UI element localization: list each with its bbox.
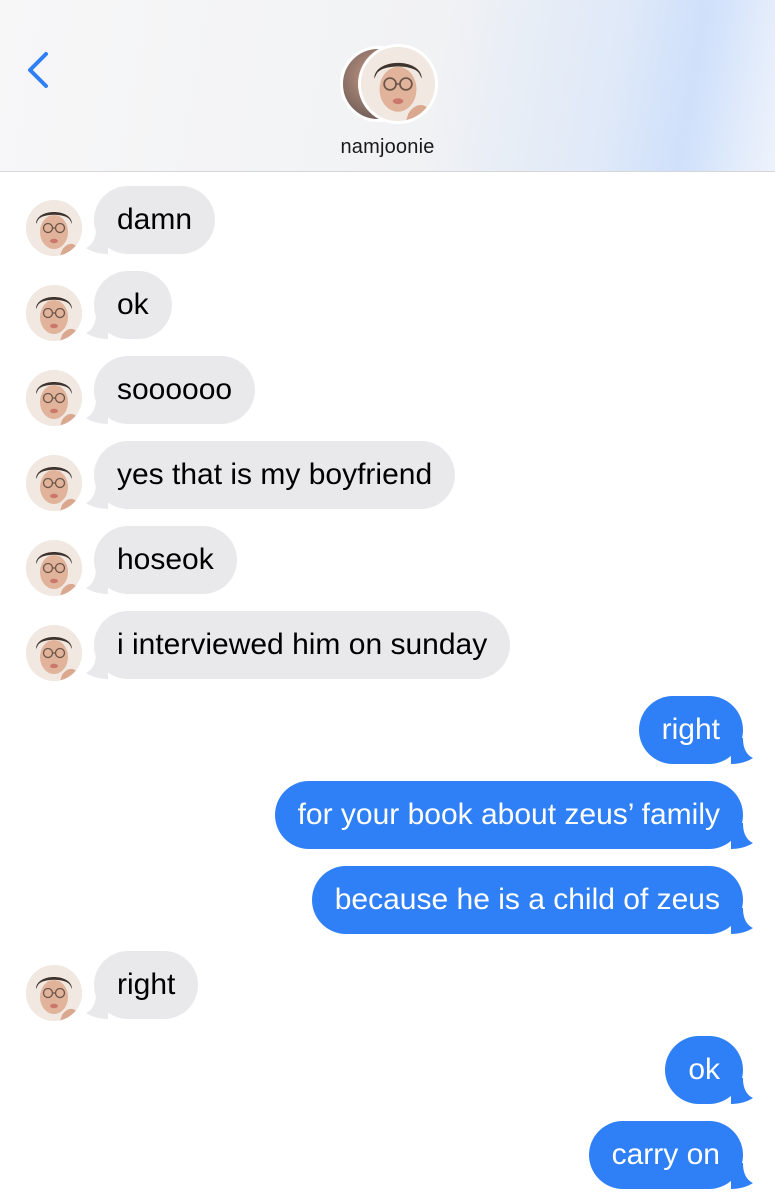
sender-avatar (26, 370, 82, 426)
contact-name[interactable]: namjoonie (0, 136, 775, 159)
sender-avatar (26, 285, 82, 341)
sender-avatar (26, 965, 82, 1021)
message-text: soooooo (117, 373, 233, 406)
chevron-left-icon[interactable] (22, 48, 56, 92)
message-text: because he is a child of zeus (334, 883, 720, 916)
message-text: ok (688, 1053, 720, 1086)
outgoing-message-bubble[interactable]: right (638, 696, 753, 764)
avatar (358, 44, 438, 124)
outgoing-message-bubble[interactable]: because he is a child of zeus (311, 866, 753, 934)
incoming-message-bubble[interactable]: damn (86, 186, 216, 254)
sender-avatar (26, 455, 82, 511)
incoming-message-bubble[interactable]: i interviewed him on sunday (86, 611, 511, 679)
sender-avatar (26, 540, 82, 596)
message-text: damn (117, 203, 193, 236)
outgoing-message-bubble[interactable]: carry on (588, 1121, 753, 1189)
sender-avatar (26, 200, 82, 256)
incoming-message-bubble[interactable]: hoseok (86, 526, 237, 594)
contact-avatar-group[interactable] (340, 44, 440, 126)
message-text: for your book about zeus’ family (297, 798, 720, 831)
incoming-message-bubble[interactable]: soooooo (86, 356, 256, 424)
conversation-header: namjoonie (0, 0, 775, 172)
message-text: yes that is my boyfriend (117, 458, 433, 491)
incoming-message-bubble[interactable]: right (86, 951, 199, 1019)
incoming-message-bubble[interactable]: ok (86, 271, 172, 339)
message-text: right (661, 713, 720, 746)
message-text: carry on (611, 1138, 720, 1171)
outgoing-message-bubble[interactable]: for your book about zeus’ family (274, 781, 753, 849)
message-text: ok (117, 288, 149, 321)
outgoing-message-bubble[interactable]: ok (665, 1036, 753, 1104)
sender-avatar (26, 625, 82, 681)
message-text: i interviewed him on sunday (117, 628, 488, 661)
message-text: hoseok (117, 543, 214, 576)
message-text: right (117, 968, 176, 1001)
incoming-message-bubble[interactable]: yes that is my boyfriend (86, 441, 456, 509)
